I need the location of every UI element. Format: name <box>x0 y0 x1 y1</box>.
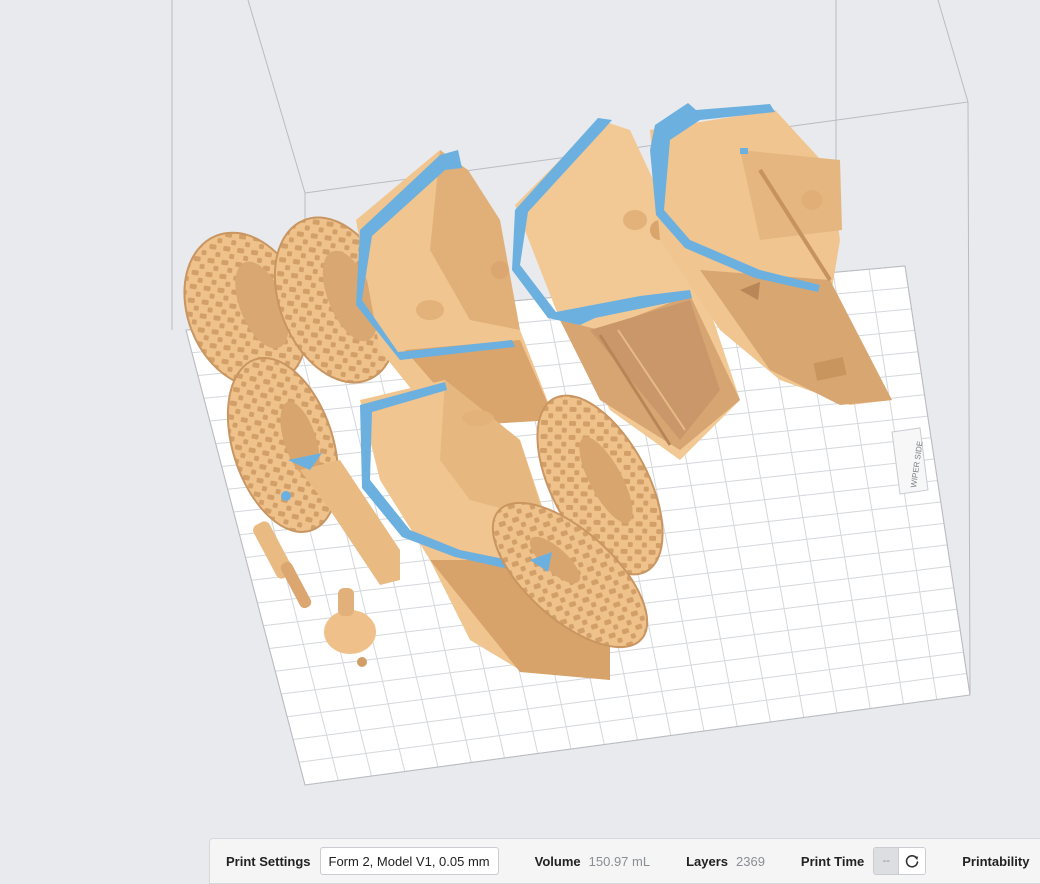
3d-viewport[interactable]: WIPER SIDE <box>0 0 1040 881</box>
print-time-value: -- <box>874 848 899 874</box>
volume-label: Volume <box>534 853 581 869</box>
layers-value: 2369 <box>736 853 765 869</box>
refresh-icon <box>906 855 919 868</box>
refresh-button[interactable] <box>898 848 926 874</box>
print-time-label: Print Time <box>800 853 865 869</box>
status-bar: Print Settings Form 2, Model V1, 0.05 mm… <box>209 838 1040 884</box>
layers-label: Layers <box>686 853 728 869</box>
printability-label[interactable]: Printability <box>962 854 1029 869</box>
volume-value: 150.97 mL <box>588 853 651 869</box>
print-time-control: -- <box>873 847 927 875</box>
print-settings-label: Print Settings <box>226 853 311 869</box>
print-settings-dropdown[interactable]: Form 2, Model V1, 0.05 mm <box>319 847 499 875</box>
